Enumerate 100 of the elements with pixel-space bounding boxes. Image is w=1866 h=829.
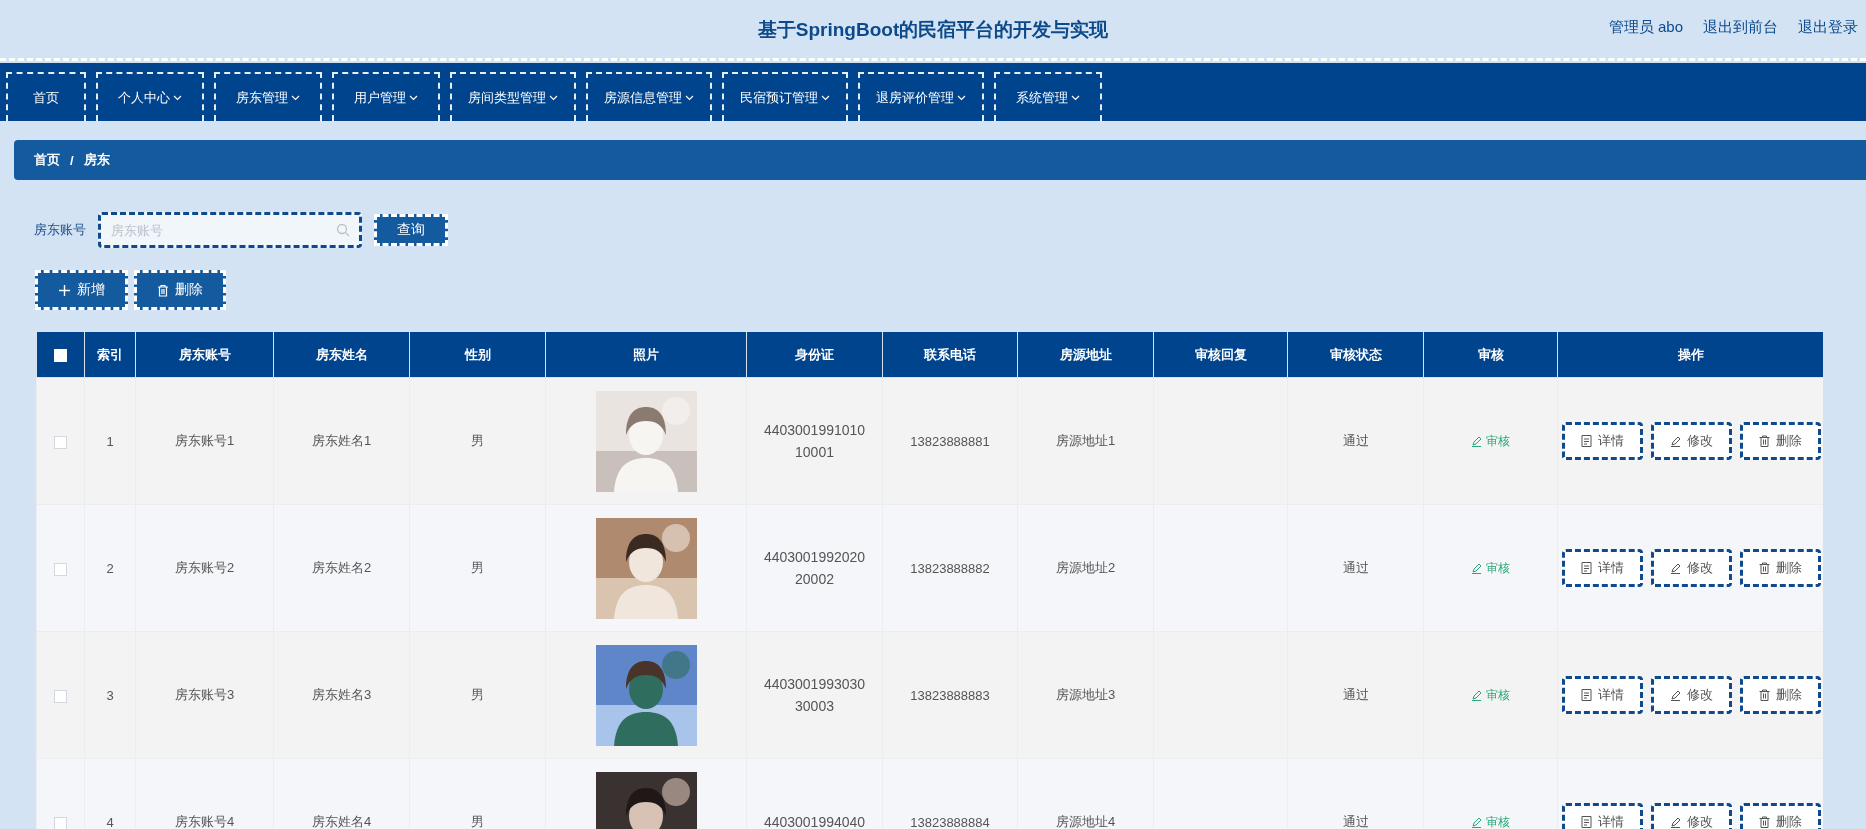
table-cell: 房东姓名4 [273,758,410,829]
table-cell: 男 [409,504,546,632]
column-header: 索引 [84,331,136,378]
checkbox[interactable] [54,689,67,703]
chevron-down-icon [1071,94,1080,101]
nav-tab[interactable]: 系统管理 [994,72,1102,121]
plus-icon [58,283,71,297]
table-cell: 房东账号4 [135,758,274,829]
chevron-down-icon [291,94,300,101]
chevron-down-icon [173,94,182,101]
table-cell: 1 [84,377,136,505]
nav-tab[interactable]: 退房评价管理 [858,72,984,121]
search-button[interactable]: 查询 [374,214,448,246]
chevron-down-icon [821,94,830,101]
details-button[interactable]: 详情 [1561,549,1643,587]
nav-tab[interactable]: 房东管理 [214,72,322,121]
column-header: 操作 [1557,331,1823,378]
table-cell: 13823888882 [882,504,1018,632]
admin-link[interactable]: 管理员 abo [1608,18,1683,37]
pencil-icon [1471,562,1482,574]
table-cell: 3 [84,631,136,759]
table-cell: 通过 [1287,504,1424,632]
delete-button[interactable]: 删除 [1739,803,1821,829]
table-cell: 440300199303030003 [746,631,883,759]
pencil-icon [1471,689,1482,701]
delete-button[interactable]: 删除 [1739,676,1821,714]
chevron-down-icon [957,94,966,101]
table-cell: 13823888883 [882,631,1018,759]
delete-button[interactable]: 删除 [1739,422,1821,460]
table-cell: 房东姓名2 [273,504,410,632]
trash-icon [1758,562,1770,574]
table-cell: 房东账号3 [135,631,274,759]
delete-button[interactable]: 删除 [1739,549,1821,587]
table-cell: 房东姓名3 [273,631,410,759]
checkbox[interactable] [54,816,67,829]
table-cell: 通过 [1287,758,1424,829]
breadcrumb-item: 房东 [83,151,110,169]
document-icon [1580,435,1592,447]
table-cell: 通过 [1287,377,1424,505]
details-button[interactable]: 详情 [1561,803,1643,829]
table-cell: 房源地址3 [1017,631,1154,759]
document-icon [1580,816,1592,828]
column-header: 联系电话 [882,331,1018,378]
checkbox[interactable] [54,435,67,449]
chevron-down-icon [549,94,558,101]
chevron-down-icon [409,94,418,101]
table-cell: 13823888884 [882,758,1018,829]
table-cell: 房东姓名1 [273,377,410,505]
table-cell: 房东账号2 [135,504,274,632]
table-cell: 440300199101010001 [746,377,883,505]
field-label: 房东账号 [34,221,86,239]
details-button[interactable]: 详情 [1561,422,1643,460]
header-link[interactable]: 退出登录 [1798,18,1858,37]
trash-icon [1758,816,1770,828]
column-header: 房东账号 [135,331,274,378]
edit-button[interactable]: 修改 [1650,422,1732,460]
checkbox[interactable] [54,562,67,576]
header-link[interactable]: 退出到前台 [1703,18,1778,37]
table-cell: 房源地址2 [1017,504,1154,632]
column-header: 房源地址 [1017,331,1154,378]
add-button[interactable]: 新增 [35,270,128,310]
column-header: 房东姓名 [273,331,410,378]
table-cell: 2 [84,504,136,632]
table-cell: 房源地址1 [1017,377,1154,505]
edit-button[interactable]: 修改 [1650,803,1732,829]
nav-tab[interactable]: 民宿预订管理 [722,72,848,121]
nav-tab[interactable]: 个人中心 [96,72,204,121]
search-icon [336,223,350,237]
table-cell: 440300199202020002 [746,504,883,632]
column-header: 照片 [545,331,747,378]
pencil-icon [1471,816,1482,828]
column-header: 性别 [409,331,546,378]
delete-button[interactable]: 删除 [134,270,226,310]
table-cell: 男 [409,377,546,505]
column-header: 审核回复 [1153,331,1288,378]
nav-tab[interactable]: 用户管理 [332,72,440,121]
app-title: 基于SpringBoot的民宿平台的开发与实现 [757,19,1109,40]
nav-tab[interactable]: 房间类型管理 [450,72,576,121]
trash-icon [157,283,169,297]
breadcrumb-separator: / [70,152,74,168]
nav-tab[interactable]: 房源信息管理 [586,72,712,121]
details-button[interactable]: 详情 [1561,676,1643,714]
trash-icon [1758,435,1770,447]
chevron-down-icon [685,94,694,101]
table-cell: 房源地址4 [1017,758,1154,829]
nav-tab[interactable]: 首页 [6,72,86,121]
breadcrumb-item[interactable]: 首页 [34,151,60,169]
document-icon [1580,689,1592,701]
table-cell: 男 [409,758,546,829]
document-icon [1580,562,1592,574]
table-cell: 房东账号1 [135,377,274,505]
pencil-icon [1669,562,1681,574]
table-cell: 通过 [1287,631,1424,759]
edit-button[interactable]: 修改 [1650,676,1732,714]
pencil-icon [1669,689,1681,701]
column-header: 审核状态 [1287,331,1424,378]
trash-icon [1758,689,1770,701]
edit-button[interactable]: 修改 [1650,549,1732,587]
table-cell: 4 [84,758,136,829]
column-header: 审核 [1423,331,1558,378]
